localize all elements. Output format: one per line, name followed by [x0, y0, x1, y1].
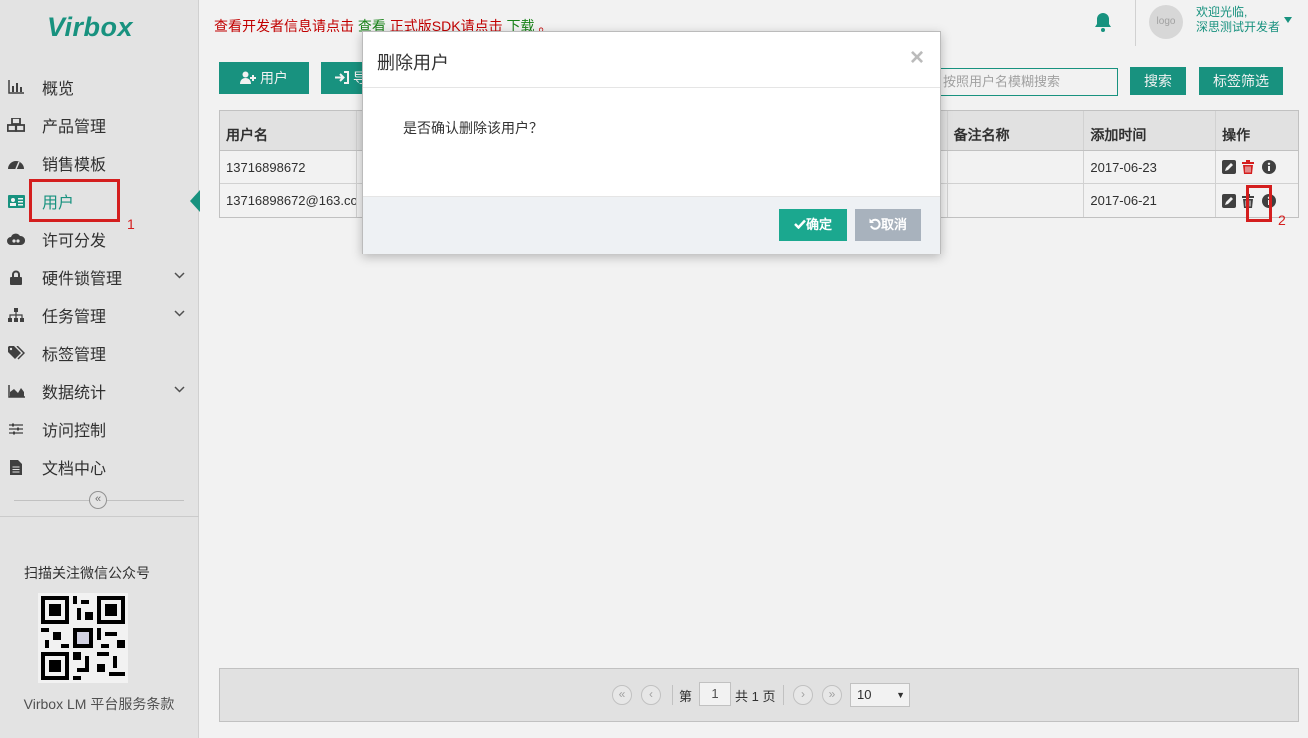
dialog-title: 删除用户	[377, 53, 449, 73]
dialog-message: 是否确认删除该用户？	[403, 120, 543, 136]
dialog-footer: 确定 取消	[363, 196, 940, 254]
check-icon	[794, 217, 806, 232]
cancel-label: 取消	[880, 217, 907, 232]
cancel-button[interactable]: 取消	[855, 209, 921, 241]
confirm-button[interactable]: 确定	[779, 209, 847, 241]
delete-user-dialog: 删除用户 × 是否确认删除该用户？ 确定 取消	[362, 31, 941, 254]
confirm-label: 确定	[805, 217, 832, 232]
dialog-body: 是否确认删除该用户？	[363, 88, 940, 196]
dialog-header: 删除用户 ×	[363, 32, 940, 88]
undo-icon	[869, 217, 881, 232]
close-icon[interactable]: ×	[910, 46, 924, 70]
